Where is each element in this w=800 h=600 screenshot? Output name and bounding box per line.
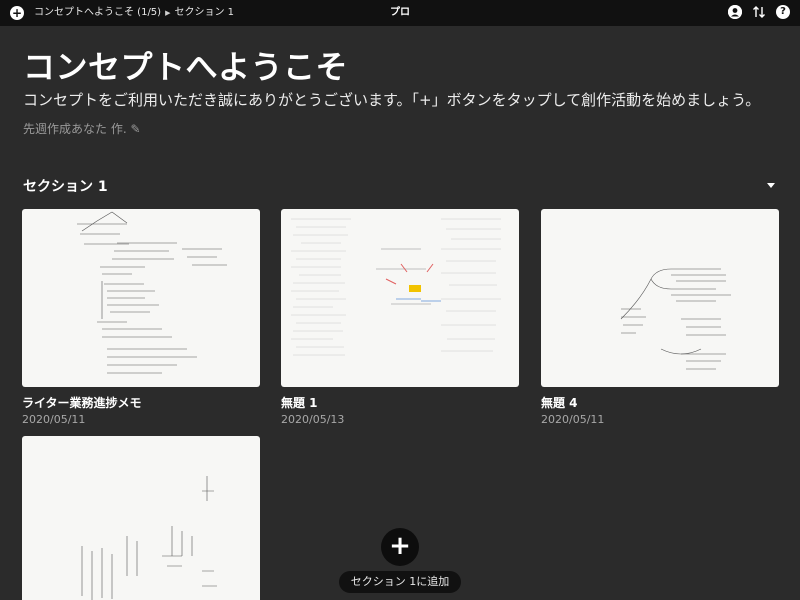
drawing-thumbnail[interactable] <box>281 209 519 387</box>
card-date: 2020/05/11 <box>22 413 86 426</box>
breadcrumb-document[interactable]: コンセプトへようこそ (1/5) <box>34 0 161 26</box>
add-circle-icon[interactable]: + <box>10 6 24 20</box>
sketch-lines <box>77 211 227 374</box>
chevron-down-icon[interactable] <box>767 183 775 188</box>
breadcrumb-section[interactable]: セクション 1 <box>174 0 234 26</box>
sort-icon[interactable] <box>752 5 766 19</box>
page-title: コンセプトへようこそ <box>23 48 349 86</box>
card-date: 2020/05/13 <box>281 413 345 426</box>
add-to-section-label[interactable]: セクション 1に追加 <box>339 571 461 593</box>
drawing-card[interactable]: 無題 1 2020/05/13 <box>281 209 519 426</box>
author-line[interactable]: 先週作成あなた 作. ✎ <box>23 120 141 137</box>
drawing-card[interactable]: ライター業務進捗メモ 2020/05/11 <box>22 209 260 426</box>
section-title[interactable]: セクション 1 <box>23 176 108 196</box>
drawing-thumbnail[interactable] <box>541 209 779 387</box>
drawing-card[interactable] <box>22 436 260 600</box>
sketch-lines <box>291 218 501 356</box>
help-icon[interactable]: ? <box>776 5 790 19</box>
sketch-lines <box>620 268 731 370</box>
triangle-right-icon: ▶ <box>165 9 171 17</box>
drawing-card[interactable]: 無題 4 2020/05/11 <box>541 209 779 426</box>
page-subtitle: コンセプトをご利用いただき誠にありがとうございます。「+」ボタンをタップして創作… <box>23 91 761 109</box>
top-bar: + コンセプトへようこそ (1/5) ▶ セクション 1 プロ ? <box>0 0 800 26</box>
card-date: 2020/05/11 <box>541 413 605 426</box>
card-title: 無題 1 <box>281 396 318 410</box>
top-right-icons: ? <box>728 5 790 19</box>
sketch-lines <box>81 476 217 600</box>
card-title: ライター業務進捗メモ <box>22 396 142 410</box>
breadcrumb: コンセプトへようこそ (1/5) ▶ セクション 1 <box>34 0 234 26</box>
drawing-thumbnail[interactable] <box>22 209 260 387</box>
card-title: 無題 4 <box>541 396 578 410</box>
profile-icon[interactable] <box>728 5 742 19</box>
add-button[interactable]: + <box>381 528 419 566</box>
drawing-thumbnail[interactable] <box>22 436 260 600</box>
